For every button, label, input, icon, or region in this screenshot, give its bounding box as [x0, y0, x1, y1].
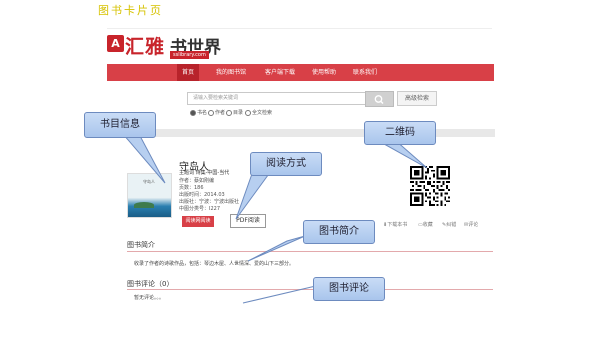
callout-book-intro: 图书简介	[303, 220, 375, 244]
pointer-reading-mode	[235, 170, 272, 220]
callout-reading-mode: 阅读方式	[250, 152, 322, 176]
callout-book-comments: 图书评论	[313, 277, 385, 301]
pointer-comments	[242, 284, 321, 304]
callout-bibliographic-info: 书目信息	[84, 112, 156, 138]
pointer-bibliographic	[121, 133, 166, 184]
pointer-intro	[247, 235, 306, 262]
callout-qr-code: 二维码	[364, 121, 436, 145]
